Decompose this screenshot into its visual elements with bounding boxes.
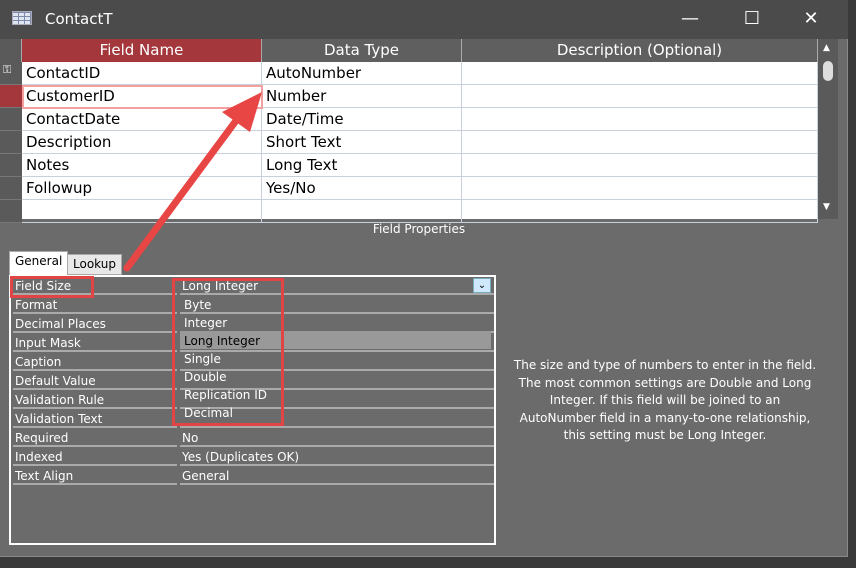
annotation-arrow <box>123 92 262 272</box>
table-design-window: ContactT — ☐ ✕ Field Name Data Type Desc… <box>0 0 848 557</box>
help-text: The size and type of numbers to enter in… <box>513 358 817 442</box>
